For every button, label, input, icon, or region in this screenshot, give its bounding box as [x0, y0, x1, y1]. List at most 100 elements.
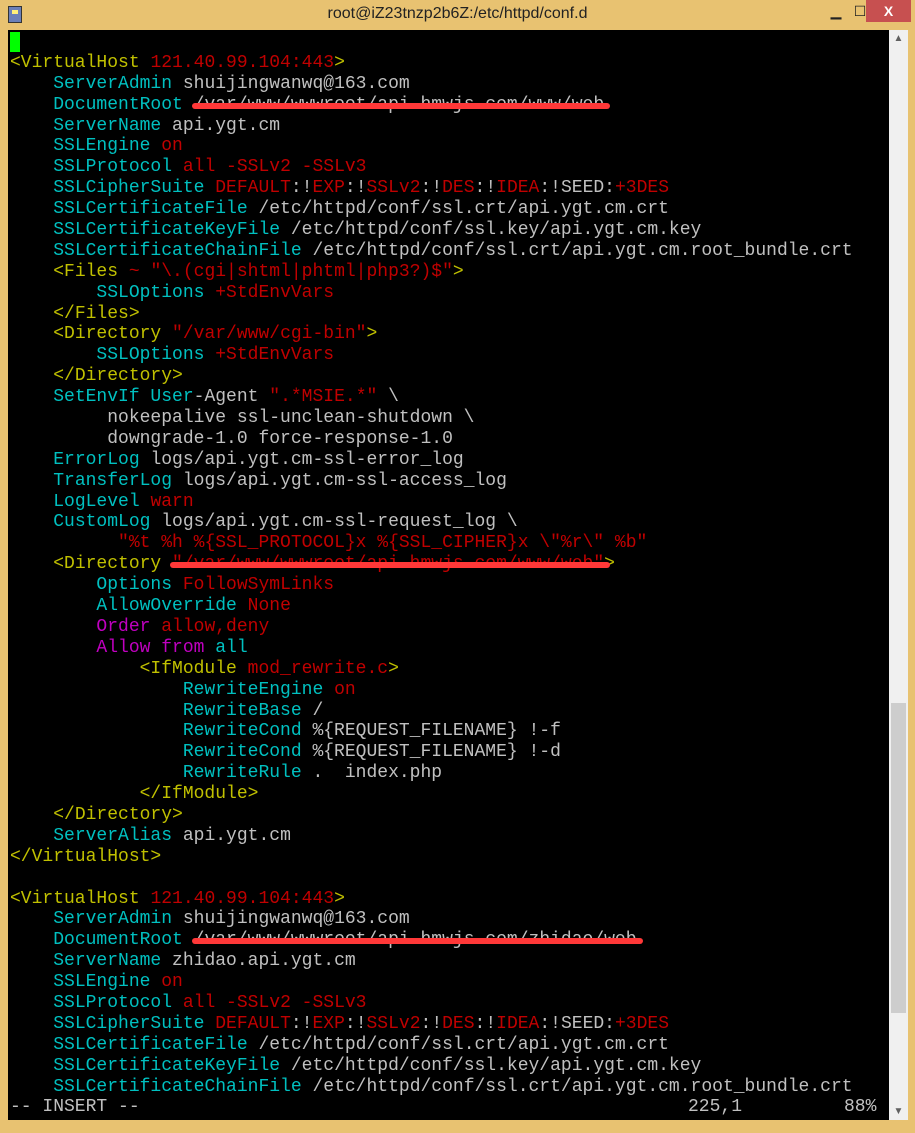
code-token: RewriteCond [182, 721, 302, 742]
code-token: shuijingwanwq@163.com [172, 73, 410, 94]
code-token: Order [96, 616, 151, 637]
code-token: :! [420, 178, 443, 199]
code-line: <VirtualHost 121.40.99.104:443> [10, 889, 889, 910]
code-line: SSLCipherSuite DEFAULT:!EXP:!SSLv2:!DES:… [10, 1014, 889, 1035]
code-token: LogLevel [53, 491, 140, 512]
code-token: > [388, 658, 399, 679]
code-token: SSLEngine [53, 136, 151, 157]
mode-indicator: -- INSERT -- [10, 1097, 140, 1118]
title-bar: root@iZ23tnzp2b6Z:/etc/httpd/conf.d ▁ ☐ … [0, 0, 915, 30]
code-token: downgrade-1.0 force-response-1.0 [10, 428, 453, 449]
code-token: <Directory [53, 324, 173, 345]
code-token: :! [344, 1013, 367, 1034]
scroll-down-arrow-icon[interactable]: ▼ [889, 1103, 908, 1120]
scrollbar-thumb[interactable] [891, 703, 906, 1014]
code-line: ServerName zhidao.api.ygt.cm [10, 951, 889, 972]
code-token: </Directory> [53, 804, 183, 825]
code-token: /etc/httpd/conf/ssl.crt/api.ygt.cm.root_… [301, 240, 853, 261]
code-token: /etc/httpd/conf/ssl.key/api.ygt.cm.key [280, 1055, 702, 1076]
code-token: warn [139, 491, 194, 512]
code-token: EXP [312, 1013, 345, 1034]
code-token: </Files> [53, 303, 140, 324]
code-token: -Agent [193, 387, 270, 408]
code-line: RewriteEngine on [10, 680, 889, 701]
code-token: </VirtualHost> [10, 846, 162, 867]
code-token: > [334, 52, 345, 73]
code-token: ServerAlias [53, 825, 173, 846]
code-token: %{REQUEST_FILENAME} !-f [301, 721, 561, 742]
code-token: 121.40.99.104:443 [150, 888, 335, 909]
code-token: ".*MSIE.*" [269, 387, 378, 408]
code-token: <Files [53, 261, 129, 282]
code-token: SSLCertificateKeyFile [53, 220, 281, 241]
code-line: DocumentRoot /var/www/wwwroot/api.hmwjs.… [10, 95, 889, 116]
code-line: SSLOptions +StdEnvVars [10, 345, 889, 366]
code-token: > [366, 324, 378, 345]
code-line: TransferLog logs/api.ygt.cm-ssl-access_l… [10, 471, 889, 492]
code-line: ServerAdmin shuijingwanwq@163.com [10, 909, 889, 930]
code-token: <IfModule [139, 658, 248, 679]
code-token: :! [344, 178, 367, 199]
code-line: Options FollowSymLinks [10, 575, 889, 596]
code-token: <VirtualHost [10, 52, 151, 73]
code-line: ErrorLog logs/api.ygt.cm-ssl-error_log [10, 450, 889, 471]
vim-status-line: -- INSERT -- 225,1 88% [10, 1097, 889, 1118]
code-token: api.ygt.cm [172, 825, 291, 846]
cursor-position: 225,1 [688, 1097, 743, 1118]
close-button[interactable]: X [866, 0, 911, 22]
code-line: ServerAdmin shuijingwanwq@163.com [10, 74, 889, 95]
code-token: +3DES [614, 1013, 669, 1034]
code-token: ~ "\.(cgi|shtml|phtml|php3?)$" [128, 261, 453, 282]
code-token: "/var/www/cgi-bin" [172, 324, 367, 345]
code-token: . index.php [301, 763, 443, 784]
code-line: "%t %h %{SSL_PROTOCOL}x %{SSL_CIPHER}x \… [10, 533, 889, 554]
code-token: SSLOptions [96, 345, 205, 366]
redacted-text: /var/www/wwwroot/api.hmwjs.com/www/web [193, 94, 605, 115]
code-line: </IfModule> [10, 784, 889, 805]
code-token: <Directory [53, 554, 173, 575]
code-token: /etc/httpd/conf/ssl.crt/api.ygt.cm.root_… [301, 1076, 853, 1097]
code-token: \ [377, 387, 399, 408]
terminal-area[interactable]: <VirtualHost 121.40.99.104:443> ServerAd… [8, 30, 889, 1121]
code-line: Order allow,deny [10, 617, 889, 638]
code-token: ServerName [53, 115, 162, 136]
code-token: 121.40.99.104:443 [150, 52, 335, 73]
code-token: all -SSLv2 -SSLv3 [172, 992, 367, 1013]
code-token: SSLCertificateChainFile [53, 1076, 302, 1097]
redacted-text: /var/www/wwwroot/api.hmwjs.com/zhidao/we… [193, 930, 637, 951]
code-token: </IfModule> [139, 784, 259, 805]
code-token: Options [96, 575, 173, 596]
code-token: logs/api.ygt.cm-ssl-access_log [172, 470, 507, 491]
code-line: SSLCertificateKeyFile /etc/httpd/conf/ss… [10, 1056, 889, 1077]
code-line: RewriteCond %{REQUEST_FILENAME} !-d [10, 742, 889, 763]
code-token: :! [474, 178, 497, 199]
code-line [10, 32, 889, 53]
code-token: None [236, 596, 291, 617]
vertical-scrollbar[interactable]: ▲ ▼ [889, 30, 908, 1121]
code-line: <VirtualHost 121.40.99.104:443> [10, 53, 889, 74]
code-token: SSLEngine [53, 972, 151, 993]
code-token: EXP [312, 178, 345, 199]
scroll-up-arrow-icon[interactable]: ▲ [889, 30, 908, 47]
code-token: all [204, 637, 248, 658]
code-token: SSLCertificateKeyFile [53, 1055, 281, 1076]
code-token: :! [474, 1013, 497, 1034]
